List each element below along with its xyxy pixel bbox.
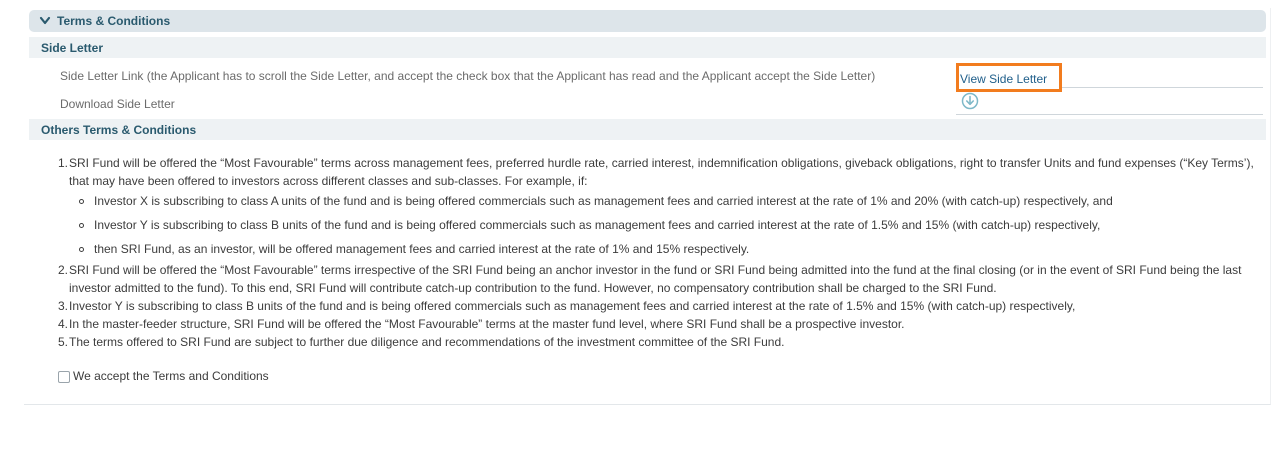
download-side-letter-label: Download Side Letter [60, 97, 175, 111]
bullet-icon [79, 199, 84, 204]
side-letter-heading: Side Letter [29, 37, 1266, 58]
terms-section-header[interactable]: Terms & Conditions [29, 10, 1266, 32]
accept-terms-checkbox[interactable] [58, 371, 70, 383]
bullet-icon [79, 223, 84, 228]
terms-panel: Terms & Conditions Side Letter Side Lett… [24, 8, 1271, 405]
terms-section-title: Terms & Conditions [57, 14, 171, 28]
others-terms-title: Others Terms & Conditions [41, 123, 197, 137]
chevron-down-icon[interactable] [39, 14, 51, 28]
side-letter-link-label: Side Letter Link (the Applicant has to s… [60, 69, 876, 83]
accept-terms-label[interactable]: We accept the Terms and Conditions [73, 369, 269, 383]
download-circle-icon[interactable] [961, 92, 979, 110]
view-side-letter-link[interactable]: View Side Letter [956, 63, 1062, 92]
side-letter-title: Side Letter [41, 41, 104, 55]
others-terms-heading: Others Terms & Conditions [29, 119, 1266, 140]
download-side-letter-field [956, 90, 1263, 115]
side-letter-link-field: View Side Letter [956, 63, 1263, 92]
bullet-icon [79, 247, 84, 252]
